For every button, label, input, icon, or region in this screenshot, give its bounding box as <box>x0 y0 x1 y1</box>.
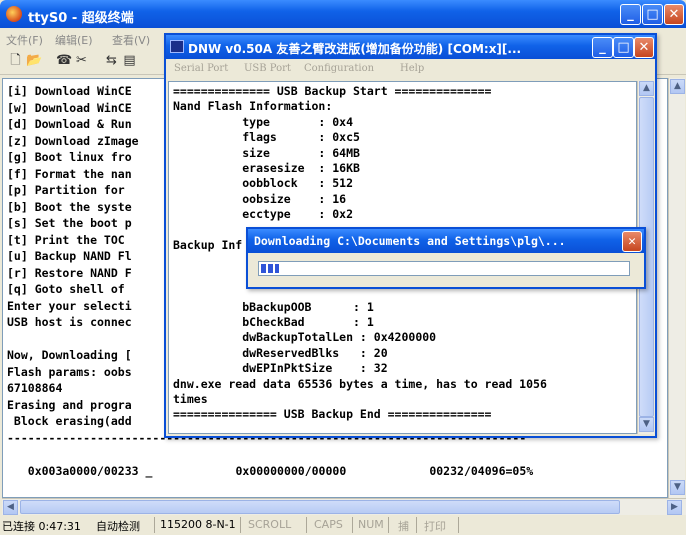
terminal-line: Block erasing(add <box>7 414 132 428</box>
terminal-line: size : 64MB <box>173 145 360 160</box>
outer-horizontal-scrollbar[interactable]: ◀ ▶ <box>2 498 686 515</box>
scroll-left-icon[interactable]: ◀ <box>3 500 18 515</box>
terminal-line: oobblock : 512 <box>173 176 354 191</box>
disconnect-icon[interactable]: ✂ <box>74 53 89 68</box>
status-print: 打印 <box>424 520 446 533</box>
terminal-line: [s] Set the boot p <box>7 216 132 230</box>
terminal-line: [b] Boot the syste <box>7 199 132 214</box>
status-separator <box>388 517 389 533</box>
outer-title-bar[interactable]: ttyS0 - 超级终端 _ □ ✕ <box>0 0 686 28</box>
dnw-window-title: DNW v0.50A 友善之臂改进版(增加备份功能) [COM:x][... <box>188 42 522 56</box>
status-separator <box>458 517 459 533</box>
terminal-line: [t] Print the TOC <box>7 232 125 247</box>
properties-icon[interactable]: ▤ <box>122 53 137 68</box>
terminal-line: [i] Download WinCE <box>7 84 132 98</box>
terminal-line: ============== USB Backup Start ========… <box>173 84 492 98</box>
outer-vertical-scrollbar[interactable]: ▲ ▼ <box>668 78 685 498</box>
status-bar: 已连接 0:47:31 自动检测 115200 8-N-1 SCROLL CAP… <box>0 515 686 535</box>
terminal-line: Nand Flash Information: <box>173 99 333 114</box>
download-dialog: Downloading C:\Documents and Settings\pl… <box>246 227 646 289</box>
scroll-up-icon[interactable]: ▲ <box>639 81 654 96</box>
horizontal-scroll-thumb[interactable] <box>20 500 620 514</box>
menu-file[interactable]: 文件(F) <box>6 32 43 48</box>
terminal-line: [d] Download & Run <box>7 117 132 131</box>
scroll-right-icon[interactable]: ▶ <box>667 500 682 515</box>
terminal-line: Enter your selecti <box>7 298 132 313</box>
terminal-line: bCheckBad : 1 <box>173 315 374 329</box>
status-scroll: SCROLL <box>248 518 292 531</box>
minimize-button[interactable]: _ <box>620 4 641 25</box>
open-folder-icon[interactable]: 📂 <box>26 53 42 68</box>
terminal-line: [z] Download zImage <box>7 133 139 148</box>
terminal-line: Backup Inf <box>173 238 243 252</box>
new-file-icon[interactable]: 🗋 <box>8 53 23 68</box>
terminal-line: USB host is connec <box>7 315 132 329</box>
terminal-line: dnw.exe read data 65536 bytes a time, ha… <box>173 376 547 391</box>
status-connected: 已连接 0:47:31 <box>2 520 81 533</box>
terminal-line: times <box>173 392 208 406</box>
status-capture: 捕 <box>398 520 409 533</box>
dnw-maximize-button[interactable]: □ <box>613 37 634 58</box>
terminal-line: [u] Backup NAND Fl <box>7 249 132 263</box>
status-separator <box>154 517 155 533</box>
dnw-app-icon <box>170 40 184 53</box>
terminal-line: [w] Download WinCE <box>7 100 132 115</box>
scroll-down-icon[interactable]: ▼ <box>639 417 654 432</box>
dnw-title-bar[interactable]: DNW v0.50A 友善之臂改进版(增加备份功能) [COM:x][... _… <box>166 35 655 59</box>
maximize-button[interactable]: □ <box>642 4 663 25</box>
dnw-minimize-button[interactable]: _ <box>592 37 613 58</box>
dnw-menu-bar: Serial Port USB Port Configuration Help <box>166 59 655 79</box>
scroll-up-icon[interactable]: ▲ <box>670 79 685 94</box>
status-separator <box>352 517 353 533</box>
terminal-line: oobsize : 16 <box>173 191 347 206</box>
terminal-line: =============== USB Backup End =========… <box>173 407 492 422</box>
terminal-line: 67108864 <box>7 381 63 395</box>
status-separator <box>240 517 241 533</box>
download-dialog-title-bar[interactable]: Downloading C:\Documents and Settings\pl… <box>248 229 644 253</box>
close-button[interactable]: ✕ <box>664 4 684 25</box>
send-icon[interactable]: ⇆ <box>104 53 119 68</box>
phone-icon[interactable]: ☎ <box>56 53 72 68</box>
status-detect: 自动检测 <box>96 520 140 533</box>
terminal-line: [f] Format the nan <box>7 166 132 181</box>
terminal-line: erasesize : 16KB <box>173 161 360 175</box>
status-num: NUM <box>358 518 384 531</box>
terminal-line: 0x003a0000/00233 _ 0x00000000/00000 0023… <box>7 463 534 478</box>
terminal-line: dwBackupTotalLen : 0x4200000 <box>173 330 437 345</box>
terminal-line: flags : 0xc5 <box>173 130 360 145</box>
terminal-line: [r] Restore NAND F <box>7 265 132 280</box>
download-progress-bar <box>258 261 630 276</box>
terminal-line: Now, Downloading [ <box>7 348 132 362</box>
scroll-down-icon[interactable]: ▼ <box>670 480 685 495</box>
terminal-line: [p] Partition for <box>7 183 125 197</box>
terminal-line: [g] Boot linux fro <box>7 150 132 164</box>
terminal-line: dwReservedBlks : 20 <box>173 345 388 360</box>
download-dialog-title: Downloading C:\Documents and Settings\pl… <box>254 234 566 248</box>
terminal-line: dwEPInPktSize : 32 <box>173 361 388 376</box>
terminal-line: bBackupOOB : 1 <box>173 299 374 314</box>
download-progress-fill <box>261 264 279 273</box>
terminal-line: Flash params: oobs <box>7 364 132 379</box>
menu-edit[interactable]: 编辑(E) <box>55 32 93 48</box>
terminal-line: [q] Goto shell of <box>7 282 125 296</box>
menu-view[interactable]: 查看(V) <box>112 32 150 48</box>
dnw-close-button[interactable]: ✕ <box>634 37 654 58</box>
status-separator <box>306 517 307 533</box>
terminal-line: Erasing and progra <box>7 397 132 412</box>
terminal-line: type : 0x4 <box>173 114 354 129</box>
terminal-line: ecctype : 0x2 <box>173 207 354 222</box>
status-baud: 115200 8-N-1 <box>160 518 236 531</box>
menu-usb-port[interactable]: USB Port <box>244 63 291 74</box>
download-close-button[interactable]: ✕ <box>622 231 642 252</box>
menu-configuration[interactable]: Configuration <box>304 63 374 74</box>
menu-serial-port[interactable]: Serial Port <box>174 63 228 74</box>
status-caps: CAPS <box>314 518 343 531</box>
hyperterminal-app-icon <box>6 6 22 22</box>
outer-window-title: ttyS0 - 超级终端 <box>28 11 134 26</box>
menu-help[interactable]: Help <box>400 63 424 74</box>
status-separator <box>416 517 417 533</box>
